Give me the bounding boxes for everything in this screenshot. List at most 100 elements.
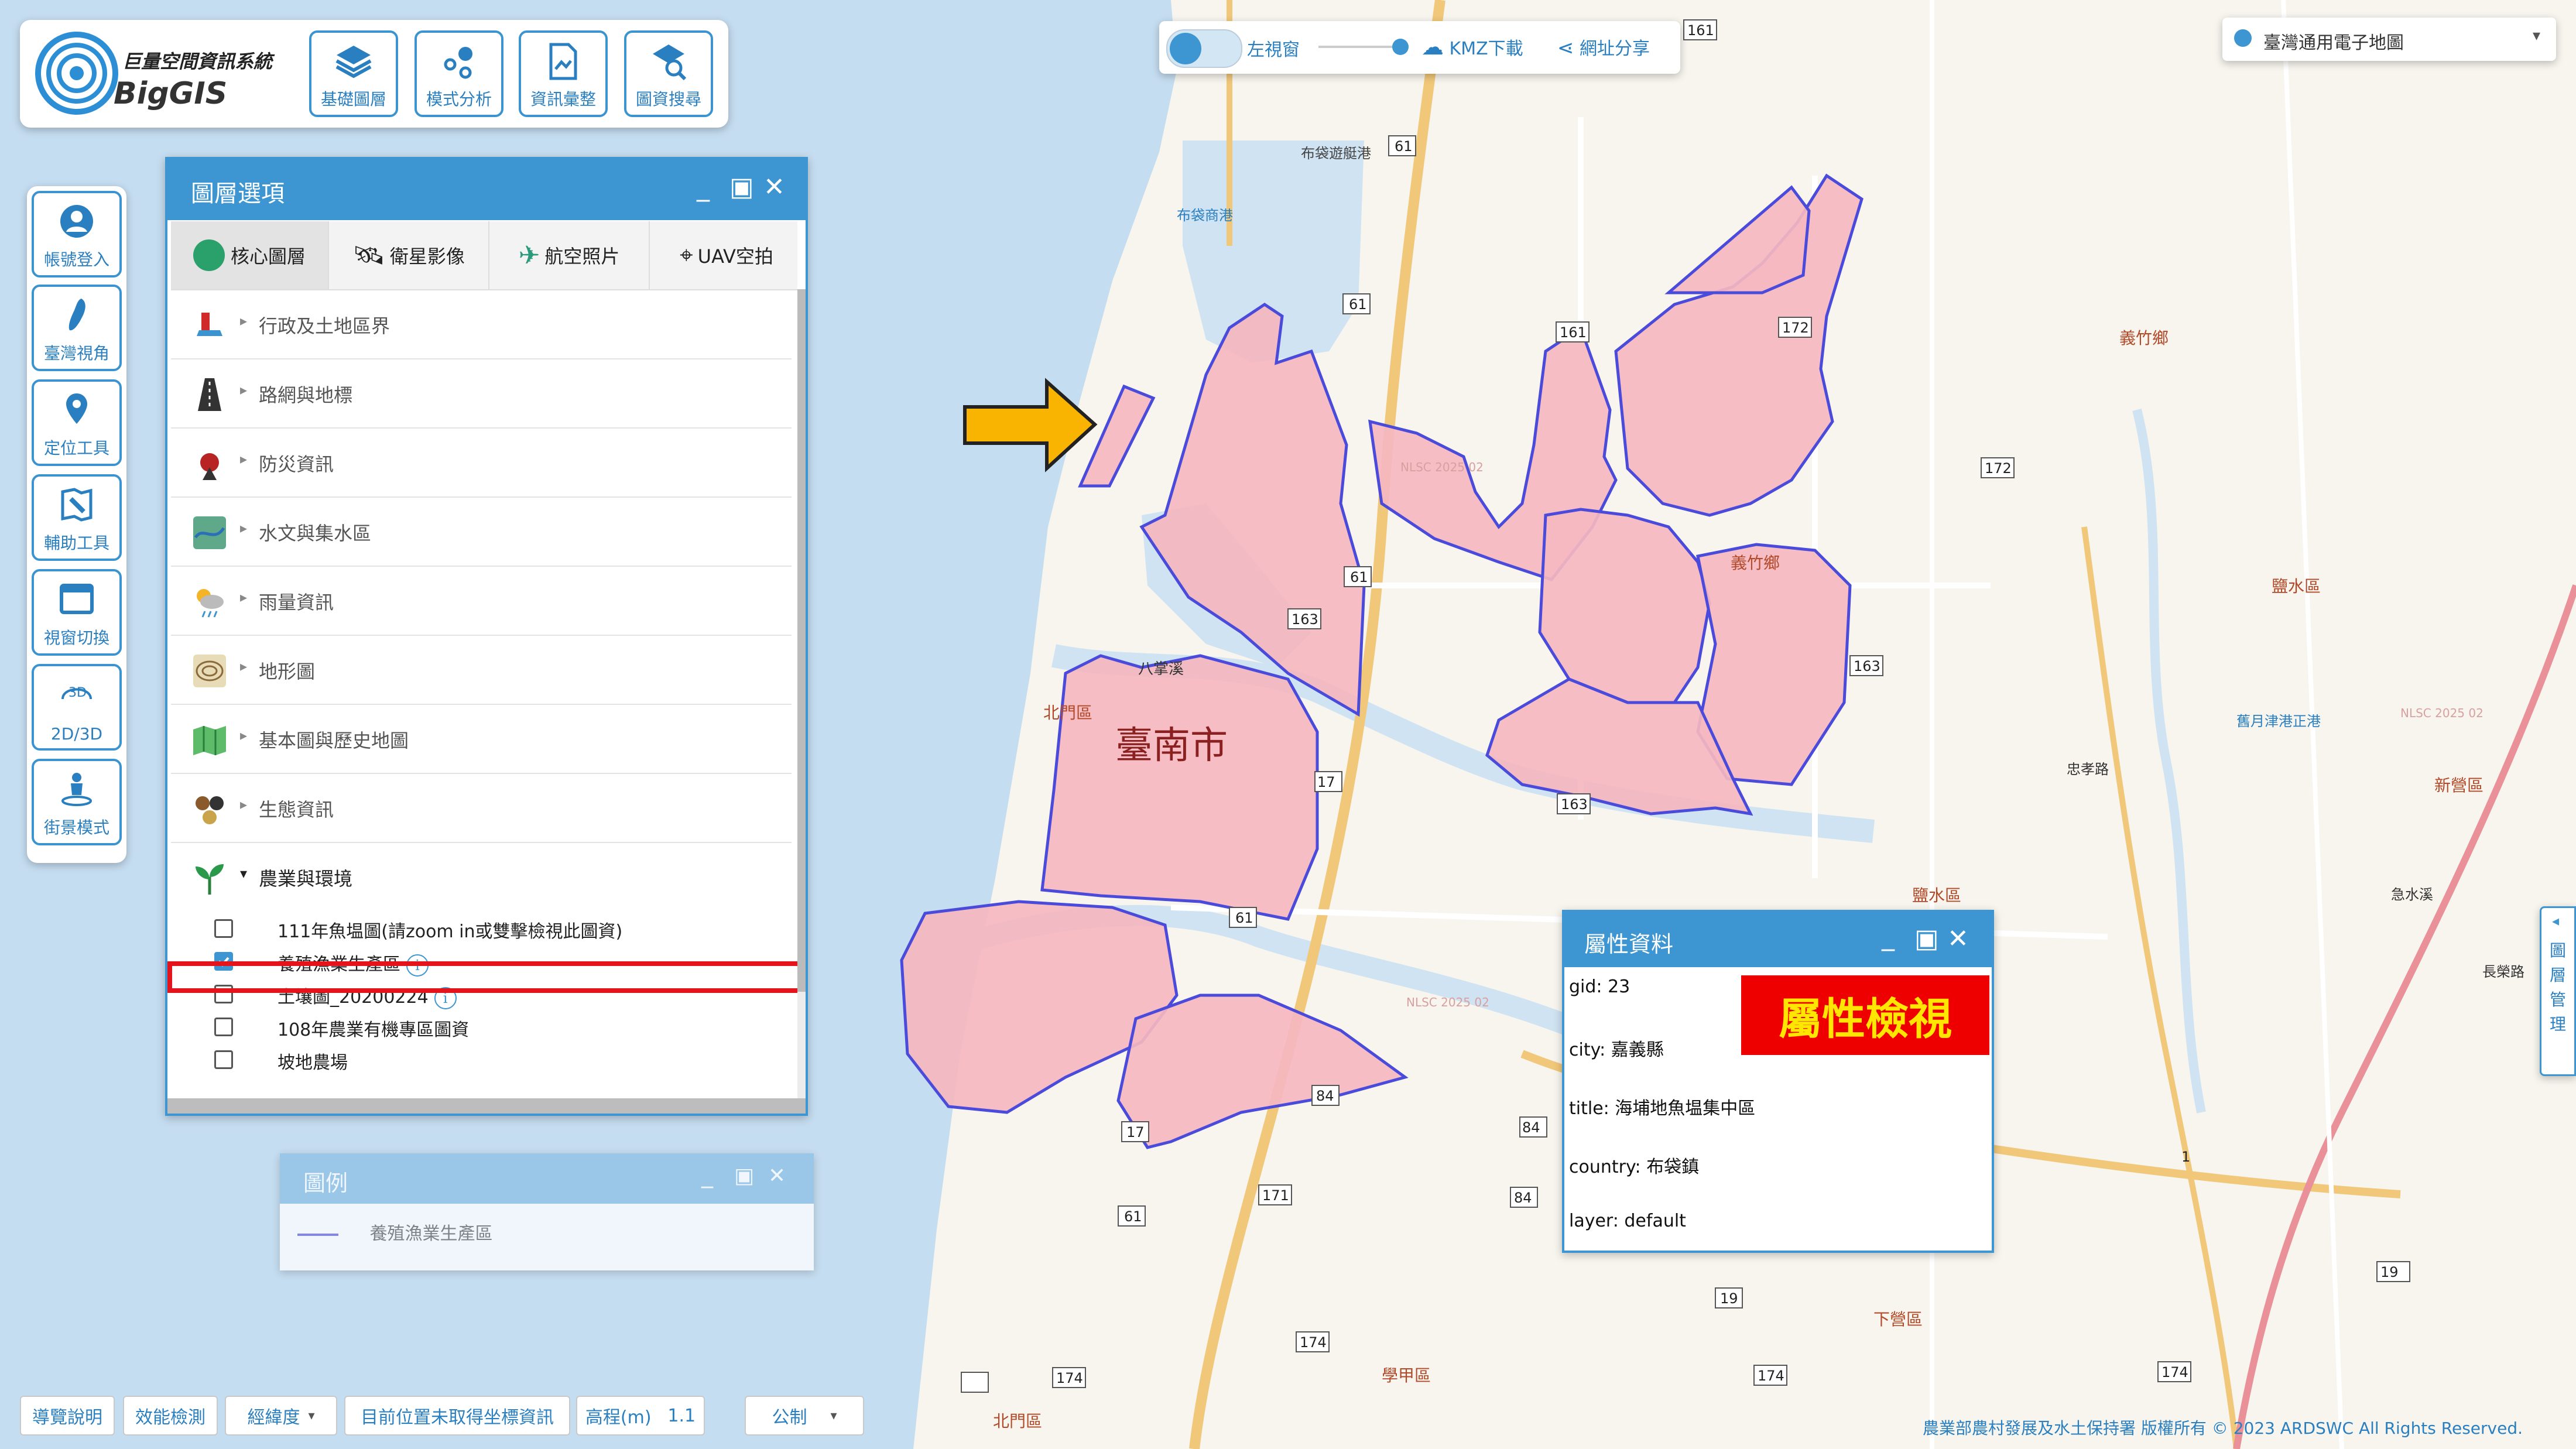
layer-category-basemap-history[interactable]: ▸ 基本圖與歷史地圖 bbox=[171, 704, 792, 774]
layer-tabs: 核心圖層 🛰 衛星影像 ✈ 航空照片 ⌖ UAV空拍 bbox=[171, 221, 797, 290]
chevron-down-icon: ▾ bbox=[308, 1408, 315, 1423]
airplane-icon: ✈ bbox=[518, 240, 540, 270]
3d-icon: 3D bbox=[61, 686, 92, 700]
share-icon: ⋖ bbox=[1557, 36, 1574, 60]
legend-item-label: 養殖漁業生產區 bbox=[369, 1224, 493, 1244]
logo-name: BigGIS bbox=[114, 76, 228, 111]
highlight-box bbox=[167, 961, 803, 993]
chevron-right-icon: ▸ bbox=[240, 382, 248, 398]
attribute-view-badge-text: 屬性檢視 bbox=[1779, 994, 1952, 1044]
logo-title: 巨量空間資訊系統 bbox=[122, 50, 273, 73]
unit-select[interactable]: 公制 ▾ bbox=[745, 1396, 864, 1436]
layer-manage-tab[interactable]: ◂ 圖層管理 bbox=[2540, 906, 2576, 1076]
2d-3d-toggle-button[interactable]: 3D 2D/3D bbox=[32, 664, 122, 751]
maximize-icon[interactable]: ▣ bbox=[1914, 924, 1939, 954]
tab-aerial-photo[interactable]: ✈ 航空照片 bbox=[489, 221, 650, 289]
attribute-title: 屬性資料 bbox=[1584, 931, 1674, 957]
login-button[interactable]: 帳號登入 bbox=[32, 191, 122, 278]
attribute-titlebar[interactable]: 屬性資料 _ ▣ ✕ bbox=[1564, 912, 1992, 967]
header-toolbar: 巨量空間資訊系統 BigGIS 基礎圖層 模式分析 資訊彙整 圖資搜尋 bbox=[20, 20, 728, 128]
analysis-icon bbox=[444, 47, 472, 79]
scrollbar-thumb[interactable] bbox=[797, 289, 806, 992]
layer-category-rainfall[interactable]: ▸ 雨量資訊 bbox=[171, 566, 792, 636]
tools-icon bbox=[61, 488, 93, 522]
layer-scrollbar[interactable] bbox=[797, 289, 806, 1103]
sidebar-label: 帳號登入 bbox=[43, 250, 109, 269]
layer-category-label: 路網與地標 bbox=[259, 384, 353, 406]
road-icon bbox=[198, 378, 221, 411]
layer-panel-titlebar[interactable]: 圖層選項 _ ▣ ✕ bbox=[167, 159, 806, 220]
model-analysis-button[interactable]: 模式分析 bbox=[415, 30, 503, 117]
layer-category-terrain[interactable]: ▸ 地形圖 bbox=[171, 635, 792, 705]
minimize-icon[interactable]: _ bbox=[701, 1162, 713, 1188]
guide-button[interactable]: 導覽說明 bbox=[20, 1396, 115, 1436]
left-view-label: 左視窗 bbox=[1247, 40, 1300, 60]
performance-check-button[interactable]: 效能檢測 bbox=[123, 1396, 218, 1436]
left-view-toggle[interactable] bbox=[1166, 29, 1242, 68]
toggle-knob bbox=[1170, 33, 1201, 64]
layer-category-agriculture[interactable]: ▾ 農業與環境 bbox=[171, 842, 792, 911]
plant-icon bbox=[196, 864, 224, 895]
layer-category-admin[interactable]: ▸ 行政及土地區界 bbox=[171, 289, 792, 359]
legend-titlebar[interactable]: 圖例 _ ▣ ✕ bbox=[280, 1153, 814, 1204]
chevron-down-icon: ▾ bbox=[830, 1408, 837, 1423]
taiwan-view-button[interactable]: 臺灣視角 bbox=[32, 285, 122, 371]
share-url-button[interactable]: ⋖ 網址分享 bbox=[1557, 34, 1650, 60]
layers-icon bbox=[335, 46, 372, 78]
location-pin-icon bbox=[66, 393, 87, 424]
window-switch-button[interactable]: 視窗切換 bbox=[32, 569, 122, 656]
data-search-button[interactable]: 圖資搜尋 bbox=[624, 30, 713, 117]
close-icon[interactable]: ✕ bbox=[763, 172, 785, 202]
layer-category-roads[interactable]: ▸ 路網與地標 bbox=[171, 358, 792, 429]
share-label: 網址分享 bbox=[1580, 39, 1650, 59]
tab-label: 核心圖層 bbox=[230, 245, 306, 268]
layer-category-label: 生態資訊 bbox=[259, 799, 334, 821]
minimize-icon[interactable]: _ bbox=[697, 172, 710, 202]
tab-uav[interactable]: ⌖ UAV空拍 bbox=[650, 221, 803, 289]
toolbar-label: 圖資搜尋 bbox=[635, 90, 701, 109]
attribute-row: city: 嘉義縣 bbox=[1569, 1040, 1664, 1060]
layer-checkbox[interactable] bbox=[214, 1018, 233, 1036]
tab-core-layers[interactable]: 核心圖層 bbox=[171, 221, 329, 289]
layer-category-hydrology[interactable]: ▸ 水文與集水區 bbox=[171, 496, 792, 567]
kmz-download-button[interactable]: ☁ KMZ下載 bbox=[1421, 34, 1523, 60]
locate-tools-button[interactable]: 定位工具 bbox=[32, 379, 122, 466]
layer-hscrollbar[interactable] bbox=[167, 1098, 806, 1114]
slider-handle[interactable] bbox=[1392, 39, 1409, 55]
map-top-controls: 左視窗 ☁ KMZ下載 ⋖ 網址分享 bbox=[1159, 21, 1680, 74]
basemap-value: 臺灣通用電子地圖 bbox=[2263, 33, 2404, 53]
layer-category-ecology[interactable]: ▸ 生態資訊 bbox=[171, 773, 792, 843]
biggis-logo-icon bbox=[35, 32, 118, 115]
left-sidebar: 帳號登入 臺灣視角 定位工具 輔助工具 視窗切換 3D 2D/3D 街景模式 bbox=[27, 186, 126, 863]
sidebar-label: 視窗切換 bbox=[43, 628, 109, 648]
layer-checkbox[interactable] bbox=[214, 1050, 233, 1069]
tab-satellite[interactable]: 🛰 衛星影像 bbox=[329, 221, 489, 289]
coordinate-type-select[interactable]: 經緯度 ▾ bbox=[225, 1396, 337, 1436]
search-icon bbox=[653, 44, 687, 81]
maximize-icon[interactable]: ▣ bbox=[729, 172, 754, 202]
street-view-button[interactable]: 街景模式 bbox=[32, 759, 122, 845]
legend-line-swatch bbox=[297, 1233, 338, 1236]
chevron-left-icon: ◂ bbox=[2552, 913, 2560, 929]
chevron-right-icon: ▸ bbox=[240, 313, 248, 329]
basemap-layers-button[interactable]: 基礎圖層 bbox=[309, 30, 398, 117]
attribute-row: gid: 23 bbox=[1569, 977, 1630, 997]
maximize-icon[interactable]: ▣ bbox=[734, 1164, 754, 1188]
chevron-right-icon: ▸ bbox=[240, 589, 248, 605]
basemap-select[interactable]: 臺灣通用電子地圖 ▾ bbox=[2222, 18, 2556, 61]
opacity-slider[interactable] bbox=[1318, 39, 1409, 55]
aquaculture-zone-polygon bbox=[1040, 654, 1319, 921]
layer-category-label: 行政及土地區界 bbox=[259, 315, 390, 337]
elevation-readout: 高程(m) 1.1 bbox=[576, 1396, 705, 1436]
minimize-icon[interactable]: _ bbox=[1882, 922, 1895, 951]
aux-tools-button[interactable]: 輔助工具 bbox=[32, 474, 122, 561]
close-icon[interactable]: ✕ bbox=[768, 1164, 786, 1188]
close-icon[interactable]: ✕ bbox=[1947, 924, 1969, 954]
layer-checkbox[interactable] bbox=[214, 919, 233, 938]
chevron-right-icon: ▸ bbox=[240, 451, 248, 467]
info-summary-button[interactable]: 資訊彙整 bbox=[519, 30, 608, 117]
user-icon bbox=[60, 205, 93, 238]
kmz-label: KMZ下載 bbox=[1449, 39, 1523, 59]
layer-category-label: 基本圖與歷史地圖 bbox=[259, 729, 409, 752]
layer-category-disaster[interactable]: ▸ 防災資訊 bbox=[171, 427, 792, 498]
